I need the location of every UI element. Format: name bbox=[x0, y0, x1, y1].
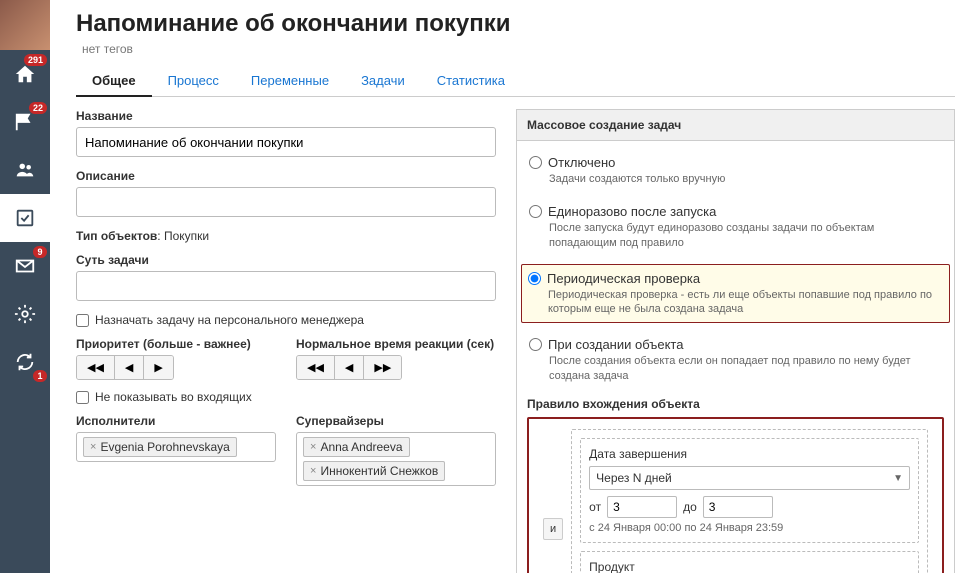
executors-label: Исполнители bbox=[76, 414, 276, 428]
condition-date: Дата завершения Через N дней▼ от до bbox=[580, 438, 919, 543]
cond2-title: Продукт bbox=[589, 560, 910, 573]
nav-flag[interactable]: 22 bbox=[0, 98, 50, 146]
opt-oncreate-radio[interactable] bbox=[529, 338, 542, 351]
close-icon[interactable]: × bbox=[90, 441, 96, 453]
rule-heading: Правило вхождения объекта bbox=[527, 397, 944, 411]
condition-group: Дата завершения Через N дней▼ от до bbox=[571, 429, 928, 573]
page-title: Напоминание об окончании покупки bbox=[76, 10, 955, 38]
priority-back-button[interactable]: ◀ bbox=[115, 356, 144, 379]
gear-icon bbox=[14, 303, 36, 325]
tab-general[interactable]: Общее bbox=[76, 66, 152, 97]
close-icon[interactable]: × bbox=[310, 465, 316, 477]
tab-stats[interactable]: Статистика bbox=[421, 66, 521, 96]
no-tags[interactable]: нет тегов bbox=[82, 42, 955, 56]
nav-settings[interactable] bbox=[0, 290, 50, 338]
home-icon bbox=[14, 63, 36, 85]
priority-forward-button[interactable]: ▶ bbox=[144, 356, 172, 379]
mail-icon bbox=[14, 255, 36, 277]
assign-personal-checkbox[interactable] bbox=[76, 314, 89, 327]
nav-mail[interactable]: 9 bbox=[0, 242, 50, 290]
avatar[interactable] bbox=[0, 0, 50, 50]
object-type-row: Тип объектов: Покупки bbox=[76, 229, 496, 243]
supervisors-input[interactable]: ×Anna Andreeva ×Иннокентий Снежков bbox=[296, 432, 496, 486]
nav-tasks[interactable] bbox=[0, 194, 50, 242]
opt-periodic-radio[interactable] bbox=[528, 272, 541, 285]
cond1-mode-select[interactable]: Через N дней▼ bbox=[589, 466, 910, 490]
close-icon[interactable]: × bbox=[310, 441, 316, 453]
desc-input[interactable] bbox=[76, 187, 496, 217]
essence-input[interactable] bbox=[76, 271, 496, 301]
supervisor-chip[interactable]: ×Иннокентий Снежков bbox=[303, 461, 445, 481]
name-input[interactable] bbox=[76, 127, 496, 157]
users-icon bbox=[14, 159, 36, 181]
sidebar: 291 22 9 1 bbox=[0, 0, 50, 573]
to-input[interactable] bbox=[703, 496, 773, 518]
range-hint: с 24 Января 00:00 по 24 Января 23:59 bbox=[589, 522, 910, 534]
reaction-forward-button[interactable]: ▶▶ bbox=[364, 356, 401, 379]
name-label: Название bbox=[76, 109, 496, 123]
priority-stepper: ◀◀ ◀ ▶ bbox=[76, 355, 174, 380]
rule-box: и Дата завершения Через N дней▼ от bbox=[527, 417, 944, 573]
tab-variables[interactable]: Переменные bbox=[235, 66, 345, 96]
from-input[interactable] bbox=[607, 496, 677, 518]
supervisors-label: Супервайзеры bbox=[296, 414, 496, 428]
supervisor-chip[interactable]: ×Anna Andreeva bbox=[303, 437, 410, 457]
badge: 9 bbox=[33, 246, 47, 258]
executors-input[interactable]: ×Evgenia Porohnevskaya bbox=[76, 432, 276, 462]
essence-label: Суть задачи bbox=[76, 253, 496, 267]
nav-home[interactable]: 291 bbox=[0, 50, 50, 98]
opt-disabled-radio[interactable] bbox=[529, 156, 542, 169]
badge: 1 bbox=[33, 370, 47, 382]
main: Напоминание об окончании покупки нет тег… bbox=[50, 0, 973, 573]
refresh-icon bbox=[14, 351, 36, 373]
badge: 22 bbox=[29, 102, 47, 114]
reaction-rewind-button[interactable]: ◀◀ bbox=[297, 356, 335, 379]
condition-product: Продукт ×Мой тренинг bbox=[580, 551, 919, 573]
assign-personal-label: Назначать задачу на персонального менедж… bbox=[95, 313, 364, 327]
chevron-down-icon: ▼ bbox=[893, 473, 903, 484]
flag-icon bbox=[14, 111, 36, 133]
nav-refresh[interactable]: 1 bbox=[0, 338, 50, 386]
tab-process[interactable]: Процесс bbox=[152, 66, 235, 96]
panel-title: Массовое создание задач bbox=[517, 110, 954, 141]
mass-create-panel: Массовое создание задач Отключено Задачи… bbox=[516, 109, 955, 573]
and-operator[interactable]: и bbox=[543, 518, 563, 540]
tabs: Общее Процесс Переменные Задачи Статисти… bbox=[76, 66, 955, 97]
hide-inbox-label: Не показывать во входящих bbox=[95, 390, 252, 404]
priority-label: Приоритет (больше - важнее) bbox=[76, 337, 276, 351]
opt-once-radio[interactable] bbox=[529, 205, 542, 218]
badge: 291 bbox=[24, 54, 47, 66]
reaction-back-button[interactable]: ◀ bbox=[335, 356, 364, 379]
reaction-label: Нормальное время реакции (сек) bbox=[296, 337, 496, 351]
nav-users[interactable] bbox=[0, 146, 50, 194]
reaction-stepper: ◀◀ ◀ ▶▶ bbox=[296, 355, 402, 380]
tab-tasks[interactable]: Задачи bbox=[345, 66, 421, 96]
cond1-title: Дата завершения bbox=[589, 447, 910, 461]
desc-label: Описание bbox=[76, 169, 496, 183]
priority-rewind-button[interactable]: ◀◀ bbox=[77, 356, 115, 379]
executor-chip[interactable]: ×Evgenia Porohnevskaya bbox=[83, 437, 237, 457]
hide-inbox-checkbox[interactable] bbox=[76, 391, 89, 404]
checkbox-icon bbox=[14, 207, 36, 229]
